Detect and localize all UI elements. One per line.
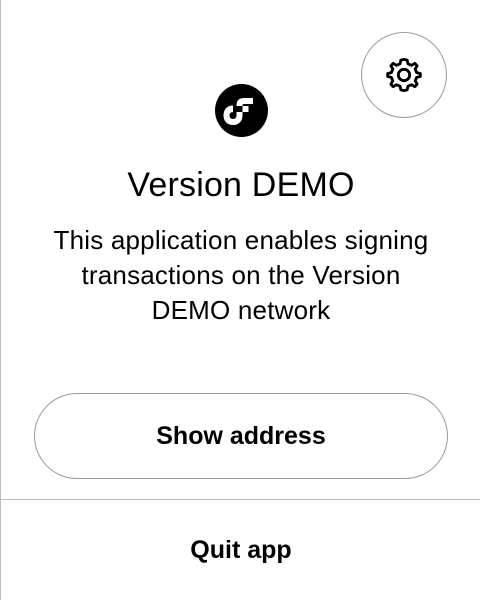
- app-title: Version DEMO: [127, 166, 355, 204]
- quit-app-button[interactable]: Quit app: [1, 500, 480, 600]
- app-description: This application enables signing transac…: [53, 225, 429, 325]
- show-address-button[interactable]: Show address: [34, 393, 448, 479]
- app-home-screen: Version DEMO This application enables si…: [0, 0, 480, 600]
- flow-logo-icon: [215, 84, 268, 137]
- show-address-label: Show address: [156, 421, 326, 450]
- settings-button[interactable]: [361, 32, 447, 118]
- gear-icon: [386, 57, 422, 93]
- quit-app-label: Quit app: [190, 535, 292, 564]
